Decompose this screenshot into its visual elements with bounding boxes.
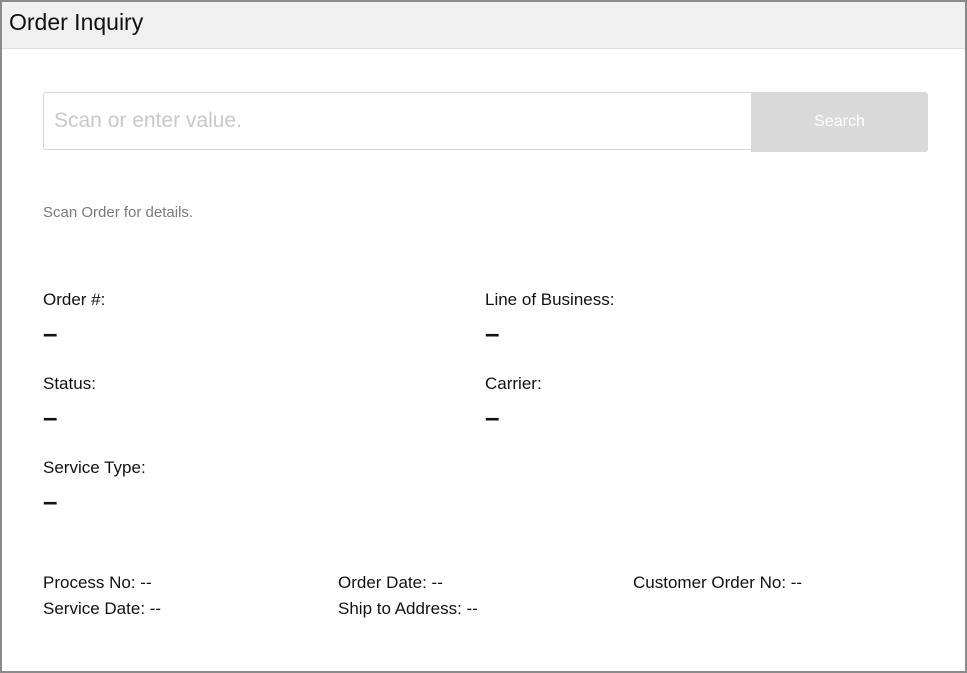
customer-order-no-text: Customer Order No: -- [633, 573, 803, 592]
order-number-label: Order #: [43, 290, 106, 309]
service-type-field: Service Type: – [43, 458, 443, 514]
order-inquiry-window: Order Inquiry Search Scan Order for deta… [0, 0, 967, 673]
page-title: Order Inquiry [9, 9, 144, 35]
ship-to-address-text: Ship to Address: -- [338, 599, 478, 618]
line-of-business-value: – [485, 318, 500, 348]
line-of-business-field: Line of Business: – [485, 290, 885, 346]
status-field: Status: – [43, 374, 443, 430]
search-bar: Search [43, 92, 928, 152]
process-no-text: Process No: -- [43, 573, 152, 592]
carrier-value: – [485, 402, 500, 432]
order-number-field: Order #: – [43, 290, 443, 346]
status-label: Status: [43, 374, 96, 393]
service-date-text: Service Date: -- [43, 599, 162, 618]
service-type-value: – [43, 486, 58, 516]
status-value: – [43, 402, 58, 432]
search-button[interactable]: Search [751, 92, 928, 152]
order-number-value: – [43, 318, 58, 348]
line-of-business-label: Line of Business: [485, 290, 615, 309]
carrier-field: Carrier: – [485, 374, 885, 430]
service-type-label: Service Type: [43, 458, 146, 477]
title-bar: Order Inquiry [2, 2, 965, 49]
scan-hint-text: Scan Order for details. [43, 204, 194, 221]
order-date-text: Order Date: -- [338, 573, 443, 592]
carrier-label: Carrier: [485, 374, 542, 393]
search-input[interactable] [43, 92, 751, 150]
